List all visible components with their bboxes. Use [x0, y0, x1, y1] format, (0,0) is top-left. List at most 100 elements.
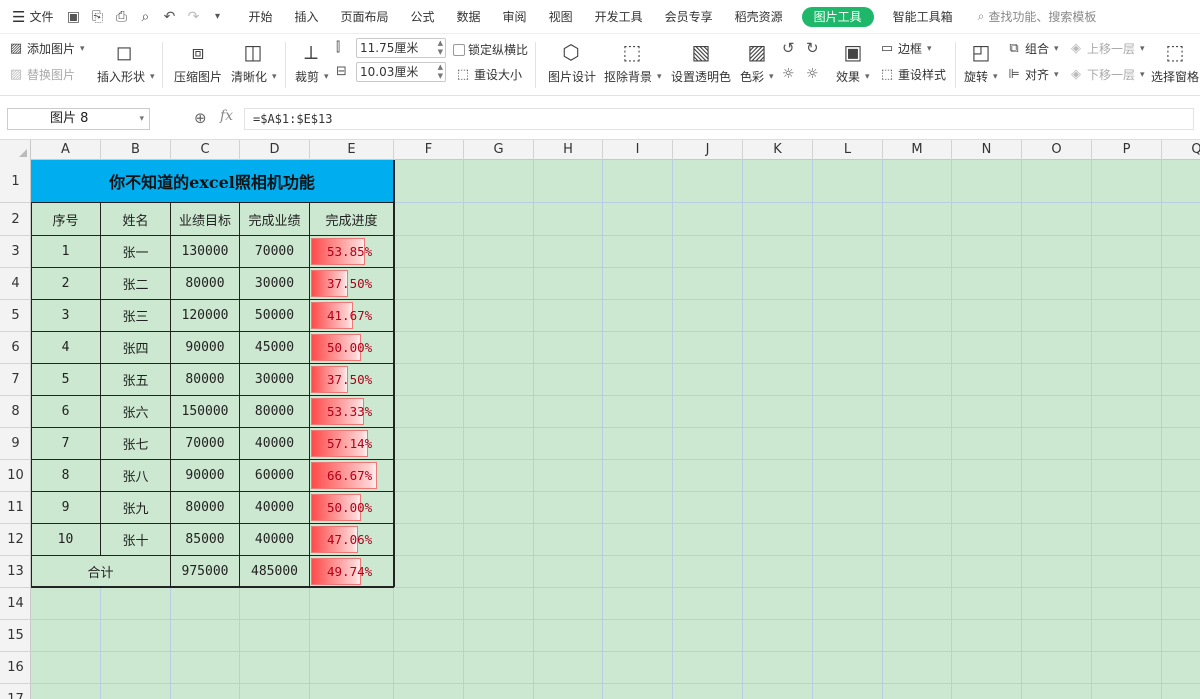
brightness-up-icon[interactable]: ☼	[782, 66, 795, 82]
row-header-3[interactable]: 3	[0, 236, 31, 268]
row-header-12[interactable]: 12	[0, 524, 31, 556]
effects-button[interactable]: 效果	[836, 68, 870, 85]
camera-picture[interactable]: 你不知道的excel照相机功能 序号 姓名 业绩目标 完成业绩 完成进度 1 张一 130000…	[31, 160, 395, 588]
lock-aspect-ratio-checkbox[interactable]: 锁定纵横比	[453, 41, 528, 58]
row-header-10[interactable]: 10	[0, 460, 31, 492]
tab-4[interactable]: 数据	[446, 0, 492, 34]
cell-name: 张三	[101, 300, 171, 332]
row-header-13[interactable]: 13	[0, 556, 31, 588]
column-header-L[interactable]: L	[813, 140, 883, 160]
set-transparent-button[interactable]: 设置透明色	[671, 68, 731, 85]
print-preview-icon[interactable]: ⌕	[137, 9, 153, 25]
formula-input[interactable]: =$A$1:$E$13	[244, 108, 1194, 130]
select-pane-button[interactable]: 选择窗格	[1151, 68, 1199, 85]
insert-shape-button[interactable]: 插入形状	[97, 68, 155, 85]
column-header-E[interactable]: E	[310, 140, 394, 160]
row-header-16[interactable]: 16	[0, 652, 31, 684]
tab-3[interactable]: 公式	[400, 0, 446, 34]
column-header-B[interactable]: B	[101, 140, 171, 160]
column-header-G[interactable]: G	[464, 140, 534, 160]
width-input[interactable]: 11.75厘米 ▲ ▼	[356, 38, 446, 58]
column-header-N[interactable]: N	[952, 140, 1022, 160]
cell-no: 6	[31, 396, 101, 428]
send-backward-button[interactable]: ◈ 下移一层	[1068, 66, 1145, 83]
customize-toolbar-icon[interactable]: ▾	[209, 9, 225, 25]
row-header-11[interactable]: 11	[0, 492, 31, 524]
row-header-2[interactable]: 2	[0, 203, 31, 236]
tab-7[interactable]: 开发工具	[584, 0, 654, 34]
row-header-9[interactable]: 9	[0, 428, 31, 460]
height-spinner[interactable]: ▲ ▼	[438, 63, 443, 81]
progress-value: 53.85%	[327, 244, 373, 259]
redo-icon[interactable]: ↷	[185, 9, 201, 25]
row-header-14[interactable]: 14	[0, 588, 31, 620]
picture-design-button[interactable]: 图片设计	[548, 68, 596, 85]
tab-11[interactable]: 智能工具箱	[882, 0, 964, 34]
add-picture-button[interactable]: ▨ 添加图片	[8, 40, 85, 57]
tab-2[interactable]: 页面布局	[330, 0, 400, 34]
row-header-6[interactable]: 6	[0, 332, 31, 364]
column-header-D[interactable]: D	[240, 140, 310, 160]
reset-style-button[interactable]: ⬚ 重设样式	[879, 66, 946, 83]
reset-size-button[interactable]: ⬚ 重设大小	[455, 66, 522, 83]
row-header-4[interactable]: 4	[0, 268, 31, 300]
column-header-C[interactable]: C	[171, 140, 240, 160]
column-header-F[interactable]: F	[394, 140, 464, 160]
gridline-horizontal	[31, 619, 1200, 620]
cell-done: 80000	[240, 396, 310, 428]
column-header-J[interactable]: J	[673, 140, 743, 160]
export-pdf-icon[interactable]: ⎘	[89, 9, 105, 25]
column-header-O[interactable]: O	[1022, 140, 1092, 160]
rotate-button[interactable]: 旋转	[964, 68, 998, 85]
row-header-5[interactable]: 5	[0, 300, 31, 332]
compress-picture-button[interactable]: 压缩图片	[174, 68, 222, 85]
height-input[interactable]: 10.03厘米 ▲ ▼	[356, 62, 446, 82]
name-box[interactable]: 图片 8 ▾	[7, 108, 150, 130]
rotate-left-icon[interactable]: ↺	[782, 39, 795, 57]
brightness-down-icon[interactable]: ☼	[806, 66, 819, 82]
row-header-7[interactable]: 7	[0, 364, 31, 396]
column-header-M[interactable]: M	[883, 140, 952, 160]
border-button[interactable]: ▭ 边框	[879, 40, 932, 57]
undo-icon[interactable]: ↶	[161, 9, 177, 25]
color-button[interactable]: 色彩	[740, 68, 774, 85]
column-header-A[interactable]: A	[31, 140, 101, 160]
replace-picture-button[interactable]: ▨ 替换图片	[8, 66, 75, 83]
cell-target: 150000	[171, 396, 240, 428]
tab-10[interactable]: 图片工具	[801, 6, 874, 27]
group-button[interactable]: ⧉ 组合	[1006, 40, 1059, 57]
crop-button[interactable]: 裁剪	[295, 68, 329, 85]
remove-background-button[interactable]: 抠除背景	[604, 68, 662, 85]
column-header-Q[interactable]: Q	[1162, 140, 1200, 160]
chevron-down-icon[interactable]: ▾	[139, 109, 144, 129]
row-header-8[interactable]: 8	[0, 396, 31, 428]
row-header-1[interactable]: 1	[0, 160, 31, 203]
tab-8[interactable]: 会员专享	[654, 0, 724, 34]
tab-9[interactable]: 稻壳资源	[724, 0, 794, 34]
row-header-17[interactable]: 17	[0, 684, 31, 699]
tab-5[interactable]: 审阅	[492, 0, 538, 34]
tab-0[interactable]: 开始	[237, 0, 283, 34]
zoom-icon[interactable]: ⊕	[194, 109, 207, 127]
column-header-P[interactable]: P	[1092, 140, 1162, 160]
column-header-K[interactable]: K	[743, 140, 813, 160]
select-all-corner[interactable]	[0, 140, 31, 160]
column-header-H[interactable]: H	[534, 140, 603, 160]
print-icon[interactable]: ⎙	[113, 9, 129, 25]
save-icon[interactable]: ▣	[65, 9, 81, 25]
align-button[interactable]: ⊫ 对齐	[1006, 66, 1059, 83]
row-header-15[interactable]: 15	[0, 620, 31, 652]
bring-forward-button[interactable]: ◈ 上移一层	[1068, 40, 1145, 57]
column-header-I[interactable]: I	[603, 140, 673, 160]
sharpen-button[interactable]: 清晰化	[231, 68, 277, 85]
color-icon: ▨	[747, 40, 767, 64]
tab-1[interactable]: 插入	[283, 0, 329, 34]
search-box[interactable]: ⌕ 查找功能、搜索模板	[978, 8, 1097, 25]
rotate-right-icon[interactable]: ↻	[806, 39, 819, 57]
spreadsheet-grid: ABCDEFGHIJKLMNOPQ 1 2 3 4 5 6 7 8 9 10 11 12 13 14 15 1…	[0, 140, 1200, 699]
tab-6[interactable]: 视图	[538, 0, 584, 34]
width-spinner[interactable]: ▲ ▼	[438, 39, 443, 57]
fx-icon[interactable]: fx	[220, 108, 233, 124]
file-menu[interactable]: ☰ 文件	[0, 0, 53, 33]
reset-size-icon: ⬚	[456, 66, 470, 82]
